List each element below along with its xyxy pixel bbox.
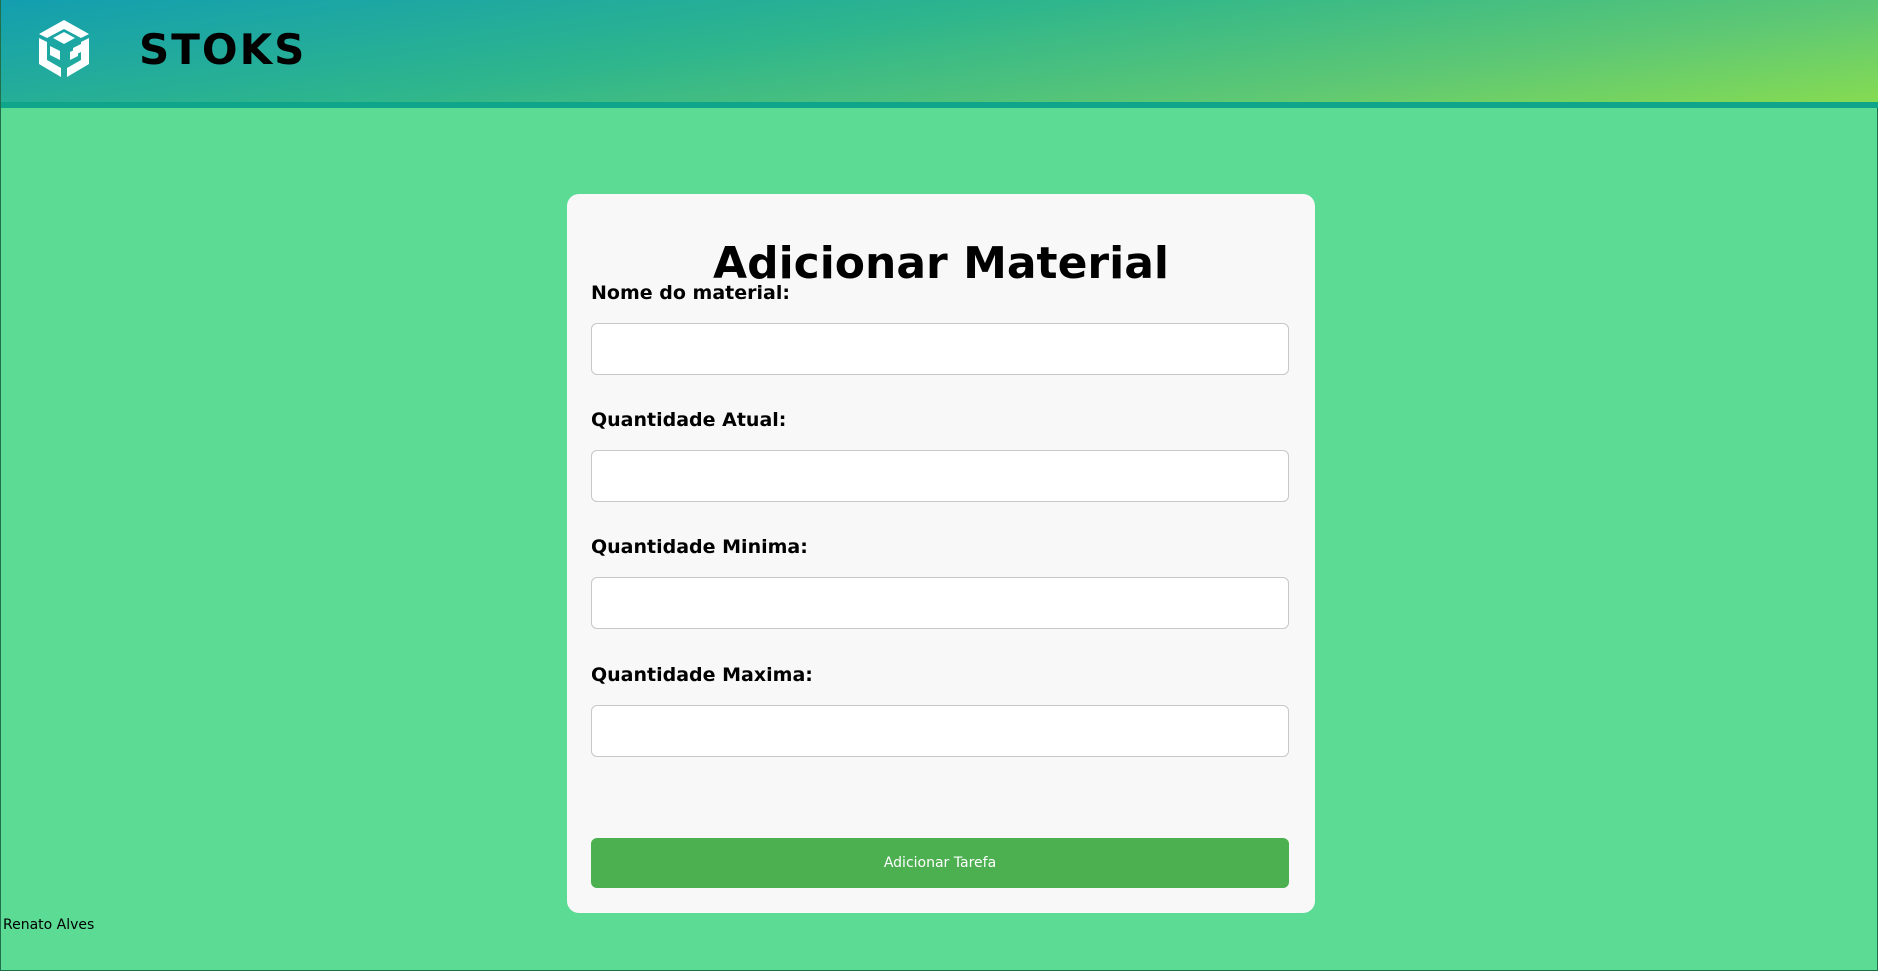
current-quantity-input[interactable] [591,450,1289,502]
current-quantity-label: Quantidade Atual: [591,409,787,431]
maximum-quantity-label: Quantidade Maxima: [591,664,813,686]
add-task-button[interactable]: Adicionar Tarefa [591,838,1289,888]
minimum-quantity-label: Quantidade Minima: [591,536,808,558]
minimum-quantity-input[interactable] [591,577,1289,629]
footer-author: Renato Alves [3,917,95,933]
maximum-quantity-input[interactable] [591,705,1289,757]
brand-name[interactable]: STOKS [139,22,306,78]
material-name-label: Nome do material: [591,282,790,304]
material-name-input[interactable] [591,323,1289,375]
add-material-card: Adicionar Material Nome do material: Qua… [567,194,1315,913]
cube-logo-icon[interactable] [35,18,93,80]
app-header: STOKS [1,0,1878,108]
